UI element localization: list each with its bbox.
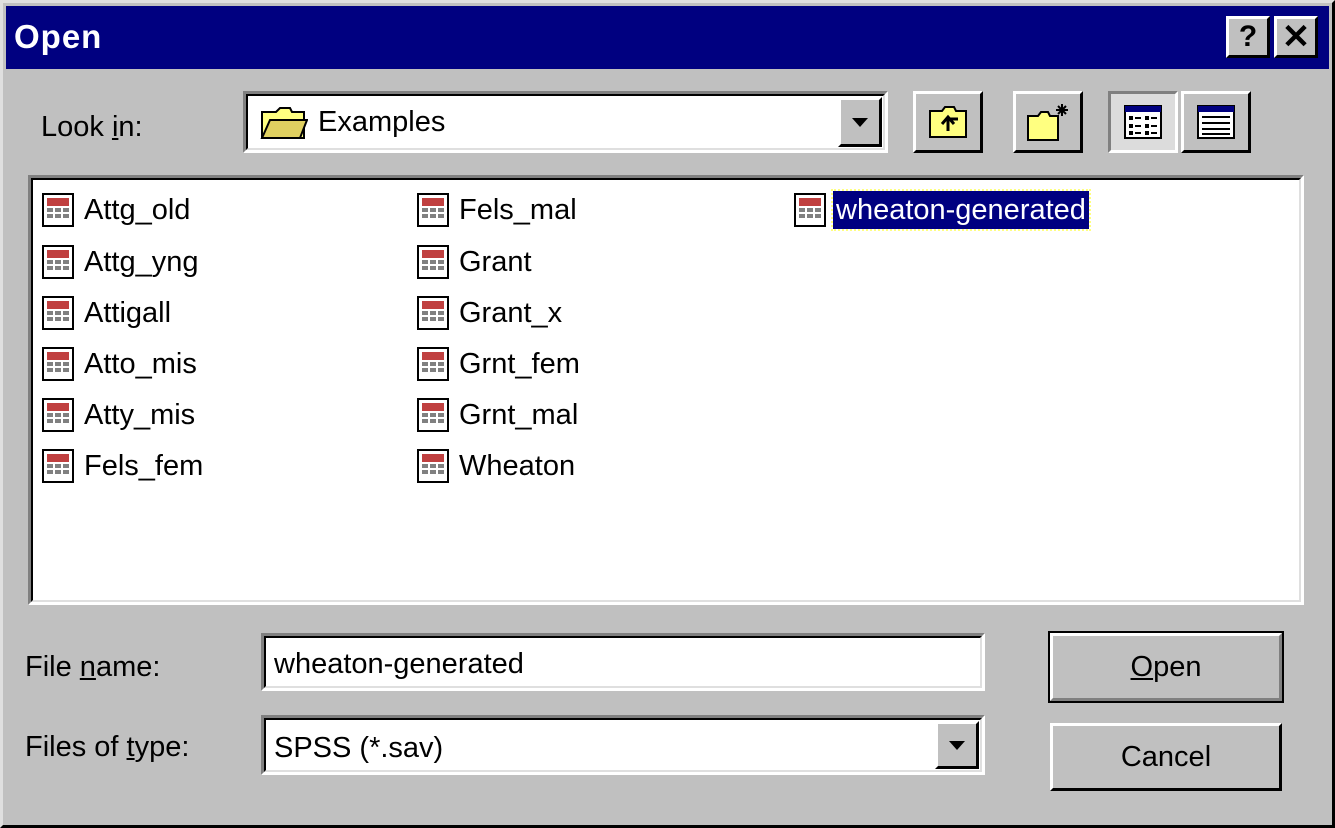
spss-data-file-icon (794, 193, 826, 227)
files-of-type-label: Files of type: (25, 731, 190, 763)
file-name-text: Attg_old (84, 194, 191, 226)
spss-data-file-icon (42, 398, 74, 432)
file-list-item[interactable]: Attigall (41, 291, 174, 335)
file-name-text: Atto_mis (84, 348, 197, 380)
file-name-value: wheaton-generated (274, 648, 524, 680)
spss-data-file-icon (42, 193, 74, 227)
spss-data-file-icon (42, 245, 74, 279)
file-name-text: Fels_fem (84, 450, 204, 482)
details-view-button[interactable] (1181, 91, 1251, 153)
close-icon: ✕ (1281, 18, 1311, 56)
spss-data-file-icon (42, 449, 74, 483)
files-of-type-combobox[interactable]: SPSS (*.sav) (261, 715, 985, 775)
look-in-value: Examples (318, 106, 446, 138)
look-in-dropdown-button[interactable] (838, 97, 882, 147)
file-list-item[interactable]: Grnt_mal (416, 393, 581, 437)
look-in-combobox[interactable]: Examples (243, 91, 888, 153)
file-list-item[interactable]: Grant_x (416, 291, 565, 335)
file-list-item[interactable]: Attg_old (41, 188, 193, 232)
file-list[interactable]: Attg_old Attg_yng Attigall Atto_mis Atty_mis… (28, 175, 1304, 605)
file-name-text: Attigall (84, 297, 172, 329)
new-folder-icon (1027, 104, 1068, 141)
file-name-text: Wheaton (459, 450, 576, 482)
spss-data-file-icon (42, 296, 74, 330)
help-button[interactable]: ? (1226, 16, 1270, 58)
file-name-text: Grant (459, 246, 532, 278)
close-button[interactable]: ✕ (1274, 16, 1318, 58)
file-name-text: Grant_x (459, 297, 563, 329)
file-list-item[interactable]: Grant (416, 240, 535, 284)
spss-data-file-icon (417, 398, 449, 432)
spss-data-file-icon (417, 449, 449, 483)
file-name-text: wheaton-generated (831, 189, 1091, 231)
folder-icon (260, 107, 308, 139)
up-one-level-button[interactable] (913, 91, 983, 153)
open-button[interactable]: Open (1048, 631, 1284, 703)
open-button-label: Open (1130, 650, 1202, 683)
cancel-button[interactable]: Cancel (1048, 721, 1284, 793)
spss-data-file-icon (417, 193, 449, 227)
create-new-folder-button[interactable] (1013, 91, 1083, 153)
chevron-down-icon (949, 740, 965, 750)
file-list-item[interactable]: wheaton-generated (793, 188, 1091, 232)
file-list-item[interactable]: Fels_fem (41, 444, 206, 488)
up-folder-icon (929, 106, 967, 138)
cancel-button-label: Cancel (1120, 740, 1212, 773)
file-name-text: Grnt_fem (459, 348, 580, 380)
dialog-title: Open (14, 18, 103, 55)
list-view-icon (1124, 105, 1162, 139)
file-list-item[interactable]: Attg_yng (41, 240, 201, 284)
title-bar[interactable]: Open ? ✕ (6, 6, 1329, 69)
file-name-input[interactable]: wheaton-generated (261, 633, 985, 691)
look-in-label: Look in: (41, 111, 143, 143)
spss-data-file-icon (417, 347, 449, 381)
file-name-text: Attg_yng (84, 246, 199, 278)
spss-data-file-icon (42, 347, 74, 381)
file-list-item[interactable]: Grnt_fem (416, 342, 583, 386)
file-name-text: Atty_mis (84, 399, 196, 431)
file-name-label: File name: (25, 651, 161, 683)
file-list-item[interactable]: Atto_mis (41, 342, 200, 386)
files-of-type-dropdown-button[interactable] (935, 721, 979, 769)
help-icon: ? (1238, 20, 1258, 53)
file-name-text: Grnt_mal (459, 399, 579, 431)
spss-data-file-icon (417, 245, 449, 279)
file-list-item[interactable]: Atty_mis (41, 393, 198, 437)
details-view-icon (1197, 105, 1235, 139)
spss-data-file-icon (417, 296, 449, 330)
file-list-item[interactable]: Wheaton (416, 444, 578, 488)
file-name-text: Fels_mal (459, 194, 577, 226)
file-list-item[interactable]: Fels_mal (416, 188, 580, 232)
open-dialog: Open ? ✕ Look in: Examples Attg_old Attg… (0, 0, 1335, 828)
files-of-type-value: SPSS (*.sav) (274, 732, 444, 764)
chevron-down-icon (852, 117, 868, 127)
list-view-button[interactable] (1108, 91, 1178, 153)
